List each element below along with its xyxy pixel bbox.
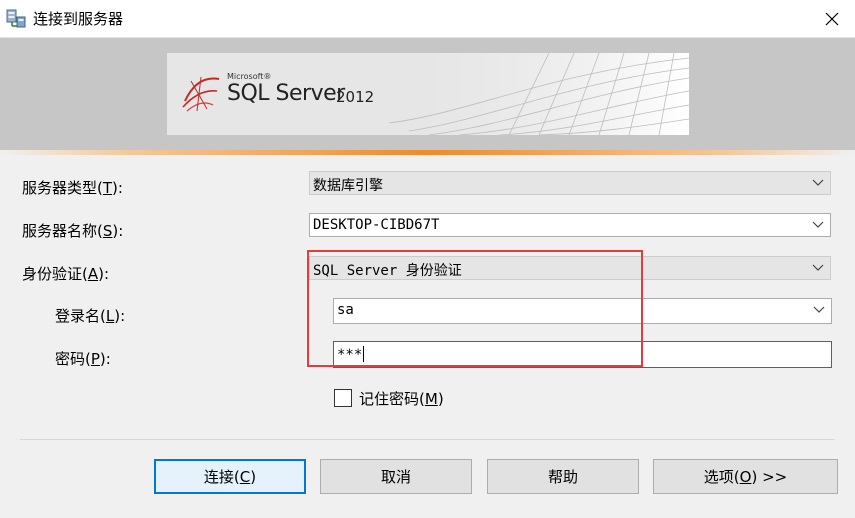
cancel-button[interactable]: 取消 (320, 459, 472, 494)
accent-stripe (0, 150, 855, 155)
server-name-value: DESKTOP-CIBD67T (313, 217, 440, 233)
sql-server-logo-icon (182, 76, 220, 112)
remember-password-label[interactable]: 记住密码(M) (359, 388, 444, 409)
close-icon (825, 12, 839, 25)
auth-label: 身份验证(A): (22, 265, 110, 283)
expand-chevrons: >> (762, 467, 788, 486)
remember-password-checkbox[interactable] (334, 389, 352, 407)
password-label: 密码(P): (55, 350, 111, 368)
banner-panel: Microsoft® SQL Server 2012 (167, 53, 689, 135)
server-type-value: 数据库引擎 (313, 178, 383, 194)
product-version: 2012 (336, 88, 375, 106)
product-banner: Microsoft® SQL Server 2012 (0, 38, 855, 150)
chevron-down-icon (812, 179, 824, 186)
server-name-combobox[interactable]: DESKTOP-CIBD67T (309, 213, 831, 237)
microsoft-wordmark: Microsoft® (227, 72, 272, 81)
password-value: *** (337, 347, 363, 363)
help-button[interactable]: 帮助 (487, 459, 639, 494)
login-value: sa (337, 302, 354, 318)
login-label: 登录名(L): (55, 307, 126, 325)
server-connect-icon (6, 9, 26, 28)
chevron-down-icon (813, 306, 825, 313)
window-title: 连接到服务器 (33, 10, 124, 28)
wave-pattern-graphic (389, 53, 689, 135)
chevron-down-icon (812, 264, 824, 271)
text-cursor (363, 346, 365, 362)
product-name: SQL Server (227, 81, 345, 106)
server-name-label: 服务器名称(S): (22, 222, 124, 240)
title-bar: 连接到服务器 (0, 0, 855, 38)
server-type-select[interactable]: 数据库引擎 (309, 171, 831, 195)
server-type-label: 服务器类型(T): (22, 179, 123, 197)
login-combobox[interactable]: sa (333, 298, 832, 324)
auth-value: SQL Server 身份验证 (313, 263, 462, 279)
button-divider (20, 439, 835, 440)
close-button[interactable] (809, 0, 855, 37)
sql-server-logo: Microsoft® SQL Server 2012 (179, 67, 379, 119)
connect-button[interactable]: 连接(C) (154, 459, 306, 494)
options-button[interactable]: 选项(O) >> (653, 459, 838, 494)
auth-select[interactable]: SQL Server 身份验证 (309, 256, 831, 280)
password-input[interactable]: *** (333, 341, 832, 368)
chevron-down-icon (812, 221, 824, 228)
